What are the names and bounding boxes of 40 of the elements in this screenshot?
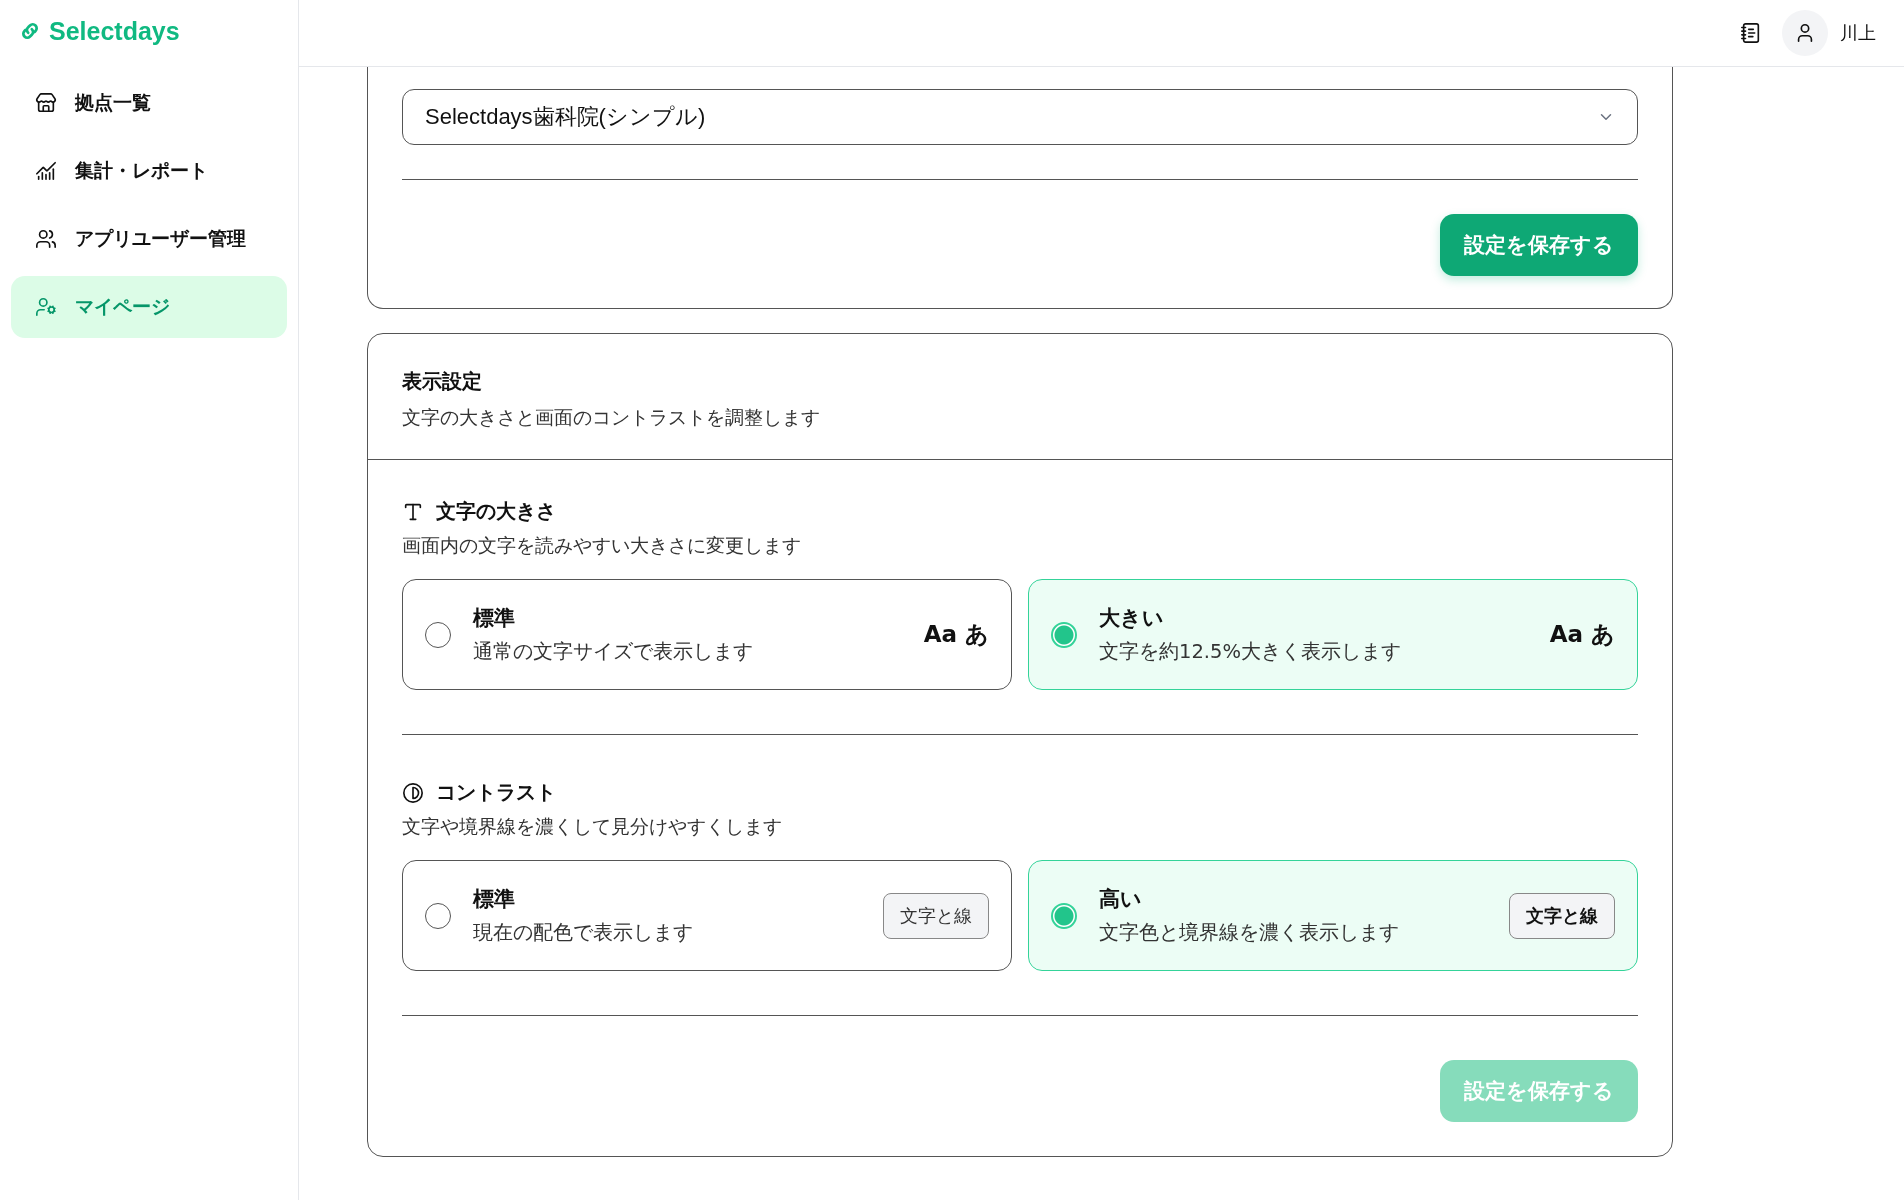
option-description: 文字色と境界線を濃く表示します [1099, 920, 1400, 946]
contrast-icon [402, 781, 424, 804]
section-description: 画面内の文字を読みやすい大きさに変更します [402, 533, 802, 558]
option-title: 標準 [473, 886, 516, 913]
option-card[interactable]: 標準 通常の文字サイズで表示します Aa あ [402, 579, 1012, 690]
radio-button[interactable] [425, 621, 451, 648]
section-title: コントラスト [436, 779, 556, 806]
option-title: 大きい [1099, 605, 1165, 632]
user-gear-icon [35, 296, 57, 318]
logo-text: Selectdays [49, 16, 180, 46]
user-avatar[interactable] [1782, 10, 1828, 56]
users-icon [35, 228, 57, 250]
section-title: 文字の大きさ [436, 498, 556, 525]
card-title: 表示設定 [402, 368, 483, 395]
text-sample: Aa あ [1549, 620, 1615, 649]
option-card[interactable]: 大きい 文字を約12.5%大きく表示します Aa あ [1028, 579, 1638, 690]
radio-button[interactable] [425, 902, 451, 929]
nav-item[interactable]: 拠点一覧 [11, 72, 287, 134]
section-description: 文字や境界線を濃くして見分けやすくします [402, 814, 783, 839]
preview-tag: 文字と線 [883, 892, 989, 939]
radio-button[interactable] [1051, 902, 1077, 929]
option-title: 標準 [473, 605, 516, 632]
text-sample: Aa あ [923, 620, 989, 649]
option-title: 高い [1099, 886, 1143, 913]
preview-tag: 文字と線 [1509, 892, 1615, 939]
store-icon [35, 92, 57, 114]
option-description: 文字を約12.5%大きく表示します [1099, 639, 1402, 665]
card-description: 文字の大きさと画面のコントラストを調整します [402, 405, 821, 430]
location-select[interactable]: Selectdays歯科院(シンプル) [402, 89, 1638, 145]
nav-item[interactable]: アプリユーザー管理 [11, 208, 287, 270]
logo-icon [19, 20, 41, 42]
notebook-icon[interactable] [1740, 22, 1762, 44]
option-card[interactable]: 標準 現在の配色で表示します 文字と線 [402, 860, 1012, 971]
option-card[interactable]: 高い 文字色と境界線を濃く表示します 文字と線 [1028, 860, 1638, 971]
option-description: 現在の配色で表示します [473, 920, 694, 946]
option-description: 通常の文字サイズで表示します [473, 639, 754, 665]
nav-item[interactable]: 集計・レポート [11, 140, 287, 202]
user-name: 川上 [1840, 21, 1876, 45]
chart-icon [35, 160, 57, 182]
radio-button[interactable] [1051, 621, 1077, 648]
